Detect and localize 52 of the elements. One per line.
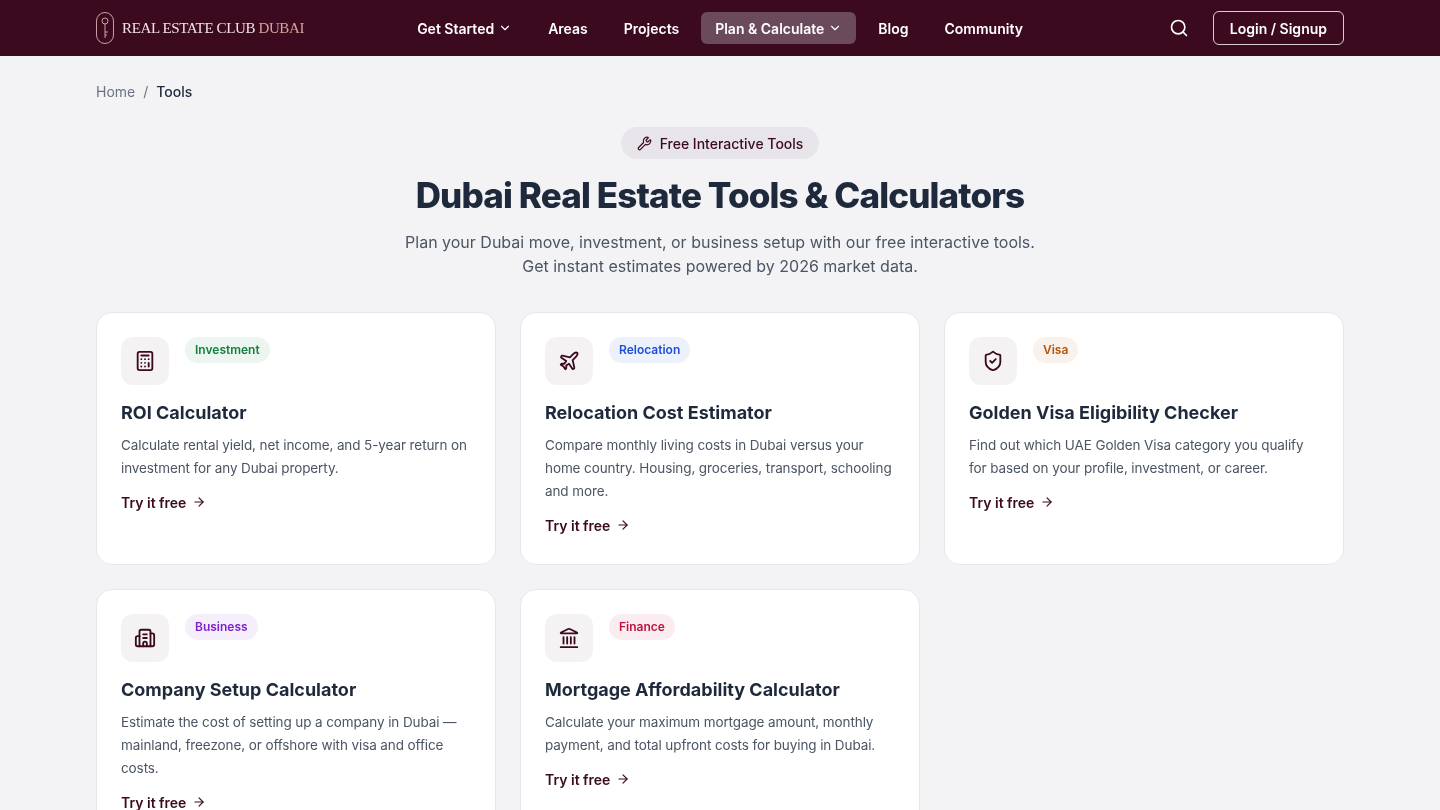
breadcrumb-link[interactable]: Home: [96, 81, 136, 102]
tool-card[interactable]: Visa Golden Visa Eligibility Checker Find out which UAE Golden Visa category you qualify for based on your profile, investment, or career. Try it free: [944, 311, 1344, 565]
card-description: Compare monthly living costs in Dubai versus your home country. Housing, groceries, transport, schooling and more.: [545, 435, 893, 501]
card-description: Calculate rental yield, net income, and 5-year return on investment for any Dubai property.: [121, 435, 468, 478]
nav-link[interactable]: Areas: [534, 12, 602, 44]
nav-link[interactable]: Get Started: [403, 12, 527, 44]
try-it-free-link[interactable]: Try it free: [121, 491, 207, 513]
tool-card[interactable]: Business Company Setup Calculator Estimate the cost of setting up a company in Dubai — mainland, freezone, or offshore with visa and office costs. Try it free: [96, 588, 496, 810]
try-it-free-link[interactable]: Try it free: [545, 514, 631, 536]
login-button[interactable]: Login / Signup: [1212, 11, 1344, 45]
try-it-free-link[interactable]: Try it free: [121, 791, 207, 810]
card-title: ROI Calculator: [121, 400, 248, 425]
nav-link[interactable]: Projects: [609, 12, 694, 44]
bank-icon: [558, 626, 580, 649]
card-title: Mortgage Affordability Calculator: [545, 677, 841, 702]
category-tag: Business: [185, 613, 258, 640]
tool-card[interactable]: Finance Mortgage Affordability Calculator Calculate your maximum mortgage amount, monthly payment, and total upfront costs for buying in Dubai. Try it free: [520, 588, 920, 810]
nav-link[interactable]: Community: [930, 12, 1037, 44]
arrow-right-icon: [616, 772, 631, 786]
category-tag: Relocation: [609, 336, 691, 363]
try-it-free-link[interactable]: Try it free: [545, 768, 631, 790]
card-title: Company Setup Calculator: [121, 677, 358, 702]
pill-label: Free Interactive Tools: [659, 133, 804, 154]
building-icon: [134, 626, 156, 649]
calculator-icon: [134, 349, 156, 372]
breadcrumb-link[interactable]: Tools: [156, 81, 193, 102]
category-tag: Investment: [185, 336, 270, 363]
card-title: Golden Visa Eligibility Checker: [969, 400, 1239, 425]
card-description: Estimate the cost of setting up a company in Dubai — mainland, freezone, or offshore with visa and office costs.: [121, 712, 458, 778]
logo-text[interactable]: REAL ESTATE CLUB DUBAI: [122, 16, 305, 40]
card-description: Find out which UAE Golden Visa category you qualify for based on your profile, investment, or career.: [969, 435, 1305, 478]
card-title: Relocation Cost Estimator: [545, 400, 773, 425]
page-subtitle: Plan your Dubai move, investment, or business setup with our free interactive tools. Get instant estimates powered by 2026 market data.: [404, 230, 1036, 278]
tool-card[interactable]: Relocation Relocation Cost Estimator Compare monthly living costs in Dubai versus your home country. Housing, groceries, transport, schooling and more. Try it free: [520, 311, 920, 565]
arrow-right-icon: [192, 795, 207, 809]
page-title: Dubai Real Estate Tools & Calculators: [415, 173, 1025, 218]
tool-card[interactable]: Investment ROI Calculator Calculate rental yield, net income, and 5-year return on investment for any Dubai property. Try it free: [96, 311, 496, 565]
nav-link[interactable]: Blog: [864, 12, 923, 44]
try-it-free-link[interactable]: Try it free: [969, 491, 1055, 513]
arrow-right-icon: [1040, 495, 1055, 509]
key-logo-icon: [96, 12, 114, 44]
card-description: Calculate your maximum mortgage amount, monthly payment, and total upfront costs for buying in Dubai.: [545, 712, 877, 755]
shield-check-icon: [982, 349, 1004, 372]
category-tag: Visa: [1033, 336, 1079, 363]
airplane-icon: [558, 349, 580, 372]
search-icon[interactable]: [1168, 18, 1189, 38]
breadcrumb-separator: /: [143, 82, 149, 102]
arrow-right-icon: [616, 518, 631, 532]
arrow-right-icon: [192, 495, 207, 509]
nav-link[interactable]: Plan & Calculate: [701, 12, 857, 44]
category-tag: Finance: [609, 613, 675, 640]
wrench-icon: [636, 135, 652, 151]
